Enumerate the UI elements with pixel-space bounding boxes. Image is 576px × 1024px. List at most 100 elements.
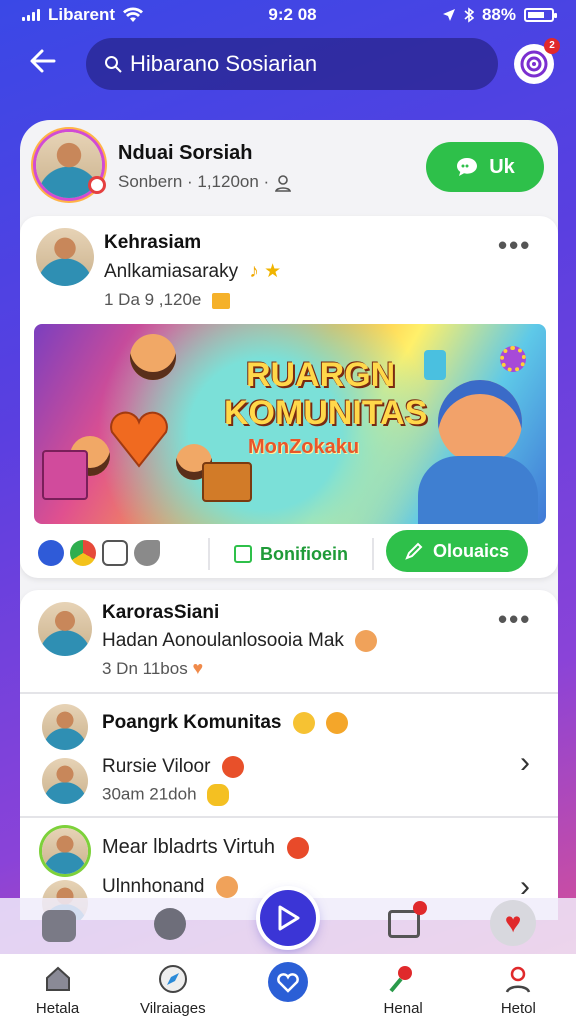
compass-icon — [156, 962, 190, 996]
bluetooth-icon — [464, 7, 474, 23]
puzzle-icon[interactable] — [42, 910, 76, 942]
heart-shape-icon — [110, 411, 168, 468]
author-avatar[interactable] — [36, 228, 94, 286]
arrow-left-icon — [30, 49, 56, 73]
nav-item-profile[interactable]: Hetol — [468, 962, 568, 1017]
chest-icon — [202, 462, 252, 502]
cartoon-mascot-icon — [438, 380, 522, 464]
cartoon-kid-icon — [130, 334, 176, 380]
bottom-navigation: Hetala Vilraiages Henal Hetol — [0, 954, 576, 1024]
cookie-emoji-icon — [355, 630, 378, 652]
post-card: KarorasSiani Hadan Aonoulanlosooia Mak 3… — [20, 590, 558, 694]
banner-title-line1: RUARGN — [246, 356, 396, 394]
list-title-text: Poangrk Komunitas — [102, 712, 282, 734]
profile-icon — [501, 962, 535, 996]
nav-item-notifications[interactable]: Henal — [353, 962, 453, 1017]
location-icon — [442, 9, 455, 21]
list-title: Poangrk Komunitas — [102, 712, 349, 734]
music-note-icon: ♪ — [249, 261, 259, 282]
bell-flower-icon — [386, 962, 420, 996]
primary-action-button[interactable]: Olouaics — [386, 530, 528, 572]
heart-icon: ♥ — [192, 658, 204, 678]
home-icon — [41, 962, 75, 996]
person-icon — [274, 174, 291, 192]
notification-badge: 2 — [544, 38, 560, 54]
quick-action-bar: ♥ — [0, 890, 576, 954]
nav-item-messages[interactable]: Vilraiages — [123, 962, 223, 1017]
search-input[interactable] — [130, 51, 470, 77]
back-button[interactable] — [26, 44, 66, 84]
nav-label: Hetol — [500, 1000, 536, 1017]
list-subtitle-text: Rursie Viloor — [102, 756, 211, 778]
heart-pin-icon: ♥ — [504, 907, 522, 938]
search-icon — [105, 56, 122, 73]
target-icon — [520, 50, 548, 78]
profile-meta: Sonbern · 1,120on · — [118, 172, 292, 192]
chat-emoji-icon — [207, 784, 230, 806]
profile-header: Nduai Sorsiah Sonbern · 1,120on · Uk — [20, 120, 558, 212]
online-status-icon — [88, 176, 106, 194]
post-meta: 1 Da 9 ,120e — [104, 290, 231, 310]
play-button[interactable] — [260, 890, 316, 946]
action-divider — [372, 538, 374, 570]
inbox-icon[interactable] — [388, 901, 427, 938]
action-divider — [208, 538, 210, 570]
gift-box-icon — [42, 450, 88, 500]
puzzle-reaction-icon — [102, 540, 128, 566]
post-text: Anlkamiasaraky ♪ ★ — [104, 260, 281, 283]
post-text: Hadan Aonoulanlosooia Mak — [102, 630, 378, 652]
folder-icon — [212, 292, 231, 309]
paint-icon — [424, 350, 446, 380]
post-author[interactable]: Kehrasiam — [104, 232, 201, 254]
community-banner-image[interactable]: RUARGN KOMUNITAS MonZokaku — [34, 324, 546, 524]
more-options-button[interactable]: ••• — [498, 230, 531, 261]
chevron-right-icon: › — [520, 746, 530, 779]
post-meta: 3 Dn 11bos ♥ — [102, 658, 203, 679]
nav-label: Hetala — [35, 1000, 80, 1017]
top-bar: 2 — [0, 36, 576, 92]
list-meta-text: 30am 21doh — [102, 784, 197, 804]
profile-name: Nduai Sorsiah — [118, 142, 253, 164]
post-text-content: Hadan Aonoulanlosooia Mak — [102, 630, 344, 652]
feed-panel: Nduai Sorsiah Sonbern · 1,120on · Uk Keh… — [20, 120, 558, 920]
search-bubble-icon[interactable] — [154, 908, 186, 940]
search-bar[interactable] — [86, 38, 498, 90]
play-icon — [278, 905, 300, 931]
inbox-badge — [413, 901, 427, 915]
status-bar: Libarent 9:2 08 88% — [0, 0, 576, 30]
notifications-button[interactable]: 2 — [514, 38, 560, 84]
battery-icon — [523, 8, 557, 22]
nav-item-create[interactable] — [238, 962, 338, 1006]
list-avatar — [42, 758, 88, 804]
battery-percent: 88% — [481, 5, 516, 24]
square-check-icon — [234, 545, 252, 563]
nav-label: Vilraiages — [139, 1000, 206, 1017]
gear-icon — [500, 346, 526, 372]
reaction-icons[interactable] — [38, 538, 188, 568]
red-emoji-icon — [221, 756, 244, 778]
more-options-button[interactable]: ••• — [498, 604, 531, 635]
post-meta-text: 1 Da 9 ,120e — [104, 290, 202, 309]
banner-title: RUARGN KOMUNITAS — [224, 356, 427, 432]
mascot-body-icon — [418, 456, 538, 524]
clock-reaction-icon — [38, 540, 64, 566]
follow-button[interactable]: Uk — [426, 142, 544, 192]
list-avatar — [42, 704, 88, 750]
author-avatar[interactable] — [38, 602, 92, 656]
bird-reaction-icon — [134, 540, 160, 566]
list-subtitle-text: Ulnnhonand — [102, 876, 205, 898]
nav-item-home[interactable]: Hetala — [8, 962, 108, 1017]
shield-heart-icon — [267, 962, 308, 1002]
list-meta: 30am 21doh — [102, 784, 230, 806]
list-title: Mear lbladrts Virtuh — [102, 836, 309, 859]
list-item[interactable]: Poangrk Komunitas Rursie Viloor 30am 21d… — [20, 694, 558, 816]
banner-title-line2: KOMUNITAS — [224, 394, 428, 432]
list-subtitle: Ulnnhonand — [102, 876, 238, 898]
star-icon: ★ — [264, 261, 282, 282]
secondary-action-button[interactable]: Bonifioein — [224, 534, 358, 574]
heart-pin-button[interactable]: ♥ — [490, 900, 536, 946]
chat-icon — [457, 158, 478, 176]
post-meta-text: 3 Dn 11bos — [102, 659, 188, 678]
primary-action-label: Olouaics — [432, 540, 510, 561]
post-author[interactable]: KarorasSiani — [102, 602, 219, 624]
